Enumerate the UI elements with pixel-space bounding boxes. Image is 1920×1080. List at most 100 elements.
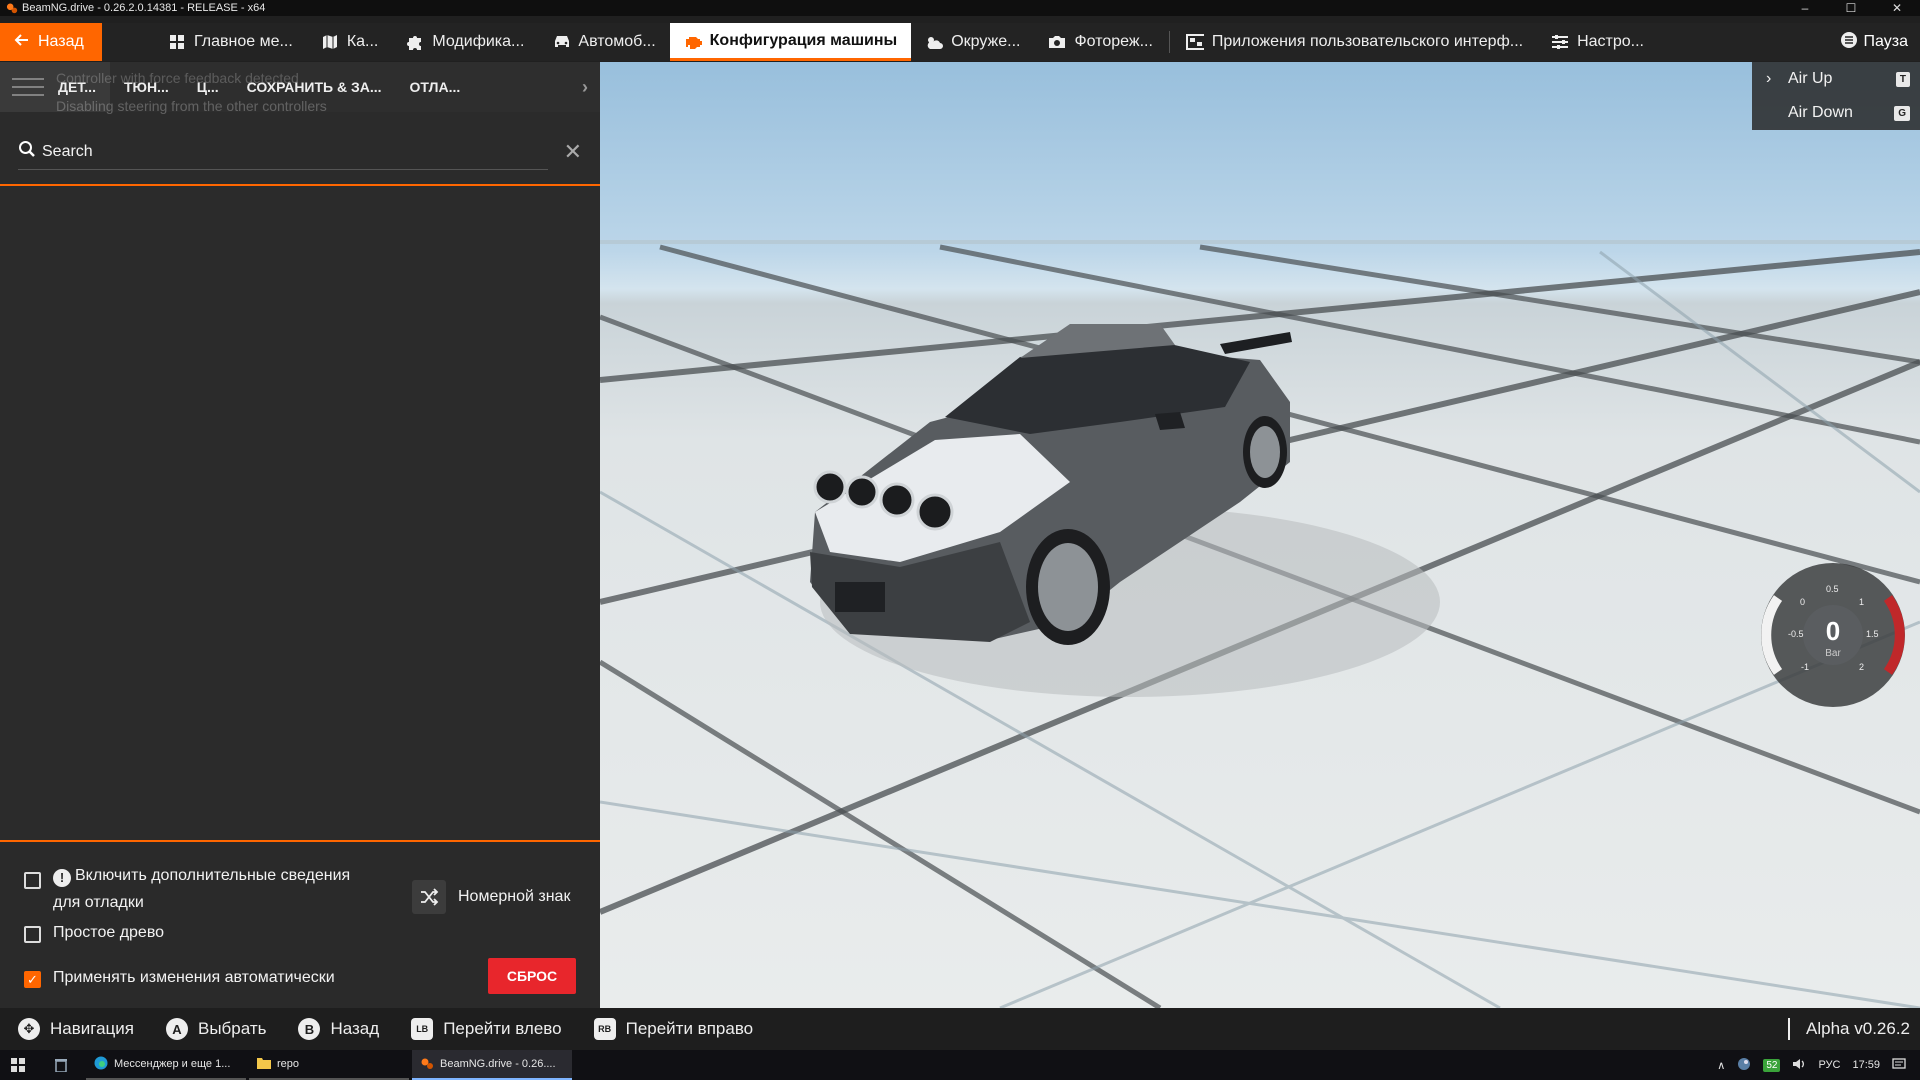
- window-controls: – ☐ ✕: [1782, 0, 1920, 16]
- tab-label: Окруже...: [951, 33, 1021, 50]
- debug-info-checkbox[interactable]: [24, 872, 41, 889]
- close-icon[interactable]: ✕: [564, 139, 582, 165]
- subtab-save-load[interactable]: СОХРАНИТЬ & ЗА...: [233, 79, 396, 95]
- gauge-tick-2: 2: [1859, 662, 1864, 672]
- gauge-value: 0: [1826, 616, 1840, 646]
- subtab-tuning[interactable]: ТЮН...: [110, 79, 183, 95]
- rb-button-icon: RB: [593, 1018, 616, 1040]
- taskbar-item-label: Мессенджер и еще 1...: [114, 1058, 231, 1070]
- tab-settings[interactable]: Настро...: [1537, 23, 1658, 61]
- simple-tree-checkbox[interactable]: [24, 926, 41, 943]
- windows-start-icon[interactable]: [0, 1058, 36, 1072]
- tab-mods[interactable]: Модифика...: [392, 23, 538, 61]
- window-title: BeamNG.drive - 0.26.2.0.14381 - RELEASE …: [22, 2, 266, 14]
- arrow-left-icon: [14, 32, 30, 53]
- hint-navigation[interactable]: ✥ Навигация: [0, 1018, 148, 1040]
- tab-label: Приложения пользовательского интерф...: [1211, 33, 1524, 50]
- tab-main-menu[interactable]: Главное ме...: [154, 23, 307, 61]
- tab-environment[interactable]: Окруже...: [911, 23, 1034, 61]
- parts-search-bar: ✕: [0, 120, 600, 186]
- tab-label: Настро...: [1577, 33, 1644, 50]
- gauge-tick-0: 0: [1800, 597, 1805, 607]
- simple-tree-label: Простое древо: [53, 924, 165, 941]
- clock-time[interactable]: 17:59: [1852, 1059, 1880, 1071]
- debug-info-option[interactable]: ! Включить дополнительные сведения для от…: [24, 862, 350, 916]
- tab-vehicle-config[interactable]: Конфигурация машины: [669, 23, 912, 61]
- recycle-bin-icon[interactable]: [36, 1058, 86, 1072]
- input-language[interactable]: РУС: [1818, 1059, 1840, 1071]
- auto-apply-label: Применять изменения автоматически: [53, 969, 335, 986]
- pause-label: Пауза: [1863, 33, 1908, 50]
- air-down-row[interactable]: Air Down G: [1752, 96, 1920, 130]
- hamburger-icon: [12, 78, 44, 98]
- steam-icon[interactable]: [1737, 1057, 1751, 1074]
- gauge-tick-half: 0.5: [1826, 584, 1839, 594]
- tab-label: Ка...: [346, 33, 379, 50]
- tab-photo-mode[interactable]: Фотореж...: [1034, 23, 1166, 61]
- chevron-up-icon[interactable]: ∧: [1717, 1059, 1725, 1072]
- scene-drawing: [600, 240, 1920, 1008]
- air-up-label: Air Up: [1788, 70, 1833, 87]
- hint-select[interactable]: A Выбрать: [148, 1018, 280, 1040]
- license-plate-control[interactable]: Номерной знак: [412, 880, 570, 914]
- taskbar-item-repo[interactable]: repo: [249, 1050, 409, 1080]
- system-tray: ∧ 52 РУС 17:59: [1717, 1057, 1920, 1074]
- hint-prev-tab[interactable]: LB Перейти влево: [393, 1018, 575, 1040]
- simple-tree-option[interactable]: Простое древо: [24, 924, 164, 943]
- back-button-label: Назад: [38, 33, 84, 50]
- tab-ui-apps[interactable]: Приложения пользовательского интерф...: [1172, 23, 1537, 61]
- grid-icon: [168, 33, 186, 51]
- search-input[interactable]: [42, 142, 548, 161]
- minimize-button[interactable]: –: [1782, 0, 1828, 16]
- notifications-icon[interactable]: [1892, 1057, 1906, 1073]
- tab-label: Автомоб...: [578, 33, 656, 50]
- search-icon: [18, 140, 36, 163]
- tray-badge[interactable]: 52: [1763, 1058, 1781, 1072]
- tab-vehicles[interactable]: Автомоб...: [538, 23, 669, 61]
- a-button-icon: A: [165, 1018, 188, 1040]
- close-window-button[interactable]: ✕: [1874, 0, 1920, 16]
- weather-icon: [925, 33, 944, 51]
- auto-apply-option[interactable]: ✓ Применять изменения автоматически: [24, 969, 335, 988]
- shuffle-icon[interactable]: [412, 880, 446, 914]
- tab-label: Фотореж...: [1074, 33, 1153, 50]
- divider: [1168, 31, 1170, 53]
- tab-map[interactable]: Ка...: [307, 23, 393, 61]
- maximize-button[interactable]: ☐: [1828, 0, 1874, 16]
- controller-hint-bar: ✥ Навигация A Выбрать B Назад LB Перейти…: [0, 1008, 1920, 1050]
- hint-next-tab[interactable]: RB Перейти вправо: [576, 1018, 768, 1040]
- air-down-label: Air Down: [1788, 104, 1853, 121]
- speaker-icon[interactable]: [1792, 1058, 1806, 1073]
- hint-back[interactable]: B Назад: [280, 1018, 393, 1040]
- air-up-row[interactable]: › Air Up T: [1752, 62, 1920, 96]
- alert-icon: !: [53, 868, 71, 887]
- top-navigation: Назад Главное ме... Ка... Модифика... Ав…: [0, 23, 1920, 61]
- subtab-color[interactable]: Ц...: [183, 79, 233, 95]
- window-titlebar: BeamNG.drive - 0.26.2.0.14381 - RELEASE …: [0, 0, 1920, 16]
- gauge-tick-minus-half: -0.5: [1788, 629, 1804, 639]
- chevron-right-icon[interactable]: ›: [570, 77, 600, 98]
- pause-button[interactable]: Пауза: [1828, 23, 1920, 61]
- lb-button-icon: LB: [411, 1018, 434, 1040]
- taskbar-item-messenger[interactable]: Мессенджер и еще 1...: [86, 1050, 246, 1080]
- folder-icon: [257, 1057, 271, 1072]
- puzzle-icon: [406, 33, 424, 51]
- map-icon: [321, 33, 339, 51]
- tab-label: Конфигурация машины: [709, 31, 898, 49]
- tab-label: Модифика...: [432, 33, 525, 50]
- chevron-right-icon[interactable]: ›: [1766, 70, 1771, 88]
- car-icon: [552, 33, 570, 51]
- edge-browser-icon: [94, 1056, 108, 1073]
- auto-apply-checkbox[interactable]: ✓: [24, 971, 41, 988]
- boost-gauge: -1 -0.5 0 0.5 1 1.5 2 0 Bar: [1758, 560, 1908, 710]
- hint-label: Перейти вправо: [625, 1019, 754, 1038]
- gauge-tick-1-5: 1.5: [1866, 629, 1879, 639]
- taskbar-item-beamng[interactable]: BeamNG.drive - 0.26....: [412, 1050, 572, 1080]
- back-button[interactable]: Назад: [0, 23, 102, 61]
- beamng-app-icon: [6, 2, 18, 14]
- gauge-tick-1: 1: [1859, 597, 1864, 607]
- subtab-debug[interactable]: ОТЛА...: [396, 79, 475, 95]
- 3d-viewport[interactable]: › Air Up T Air Down G -1 -0.5 0 0.5 1 1.…: [600, 62, 1920, 1008]
- reset-button[interactable]: СБРОС: [488, 958, 576, 994]
- air-suspension-widget: › Air Up T Air Down G: [1752, 62, 1920, 130]
